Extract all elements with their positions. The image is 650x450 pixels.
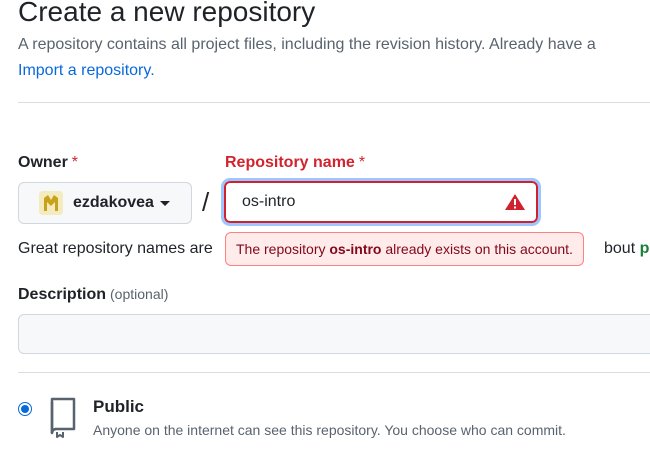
owner-avatar-icon [39,191,63,215]
divider [18,102,650,103]
required-mark: * [358,154,366,171]
required-mark: * [71,154,79,171]
error-repository-name: os-intro [329,241,382,257]
owner-repo-separator: / [202,187,210,217]
hint-tail-text: bout [604,240,636,257]
error-suffix: already exists on this account. [385,241,573,257]
public-option-title: Public [93,397,145,416]
repository-name-hint: Great repository names are [18,240,213,257]
avatar [39,191,63,215]
description-label: Description (optional) [18,283,168,306]
repository-name-label: Repository name * [225,152,365,174]
optional-tag: (optional) [110,286,169,302]
owner-label-text: Owner [18,154,68,171]
owner-name: ezdakovea [73,194,154,211]
page-intro: A repository contains all project files,… [18,36,596,53]
page-title: Create a new repository [18,0,316,27]
public-radio[interactable] [18,402,32,416]
chevron-down-icon [159,200,170,206]
alert-triangle-icon [505,194,525,210]
repository-name-label-text: Repository name [225,154,355,171]
hint-suggestion[interactable]: ps [640,240,650,257]
owner-label: Owner * [18,152,78,174]
repo-icon [50,397,76,438]
repository-name-input[interactable] [221,178,541,226]
divider [18,372,650,373]
radio-selected-dot [21,405,29,413]
owner-dropdown[interactable]: ezdakovea [18,182,192,224]
description-label-text: Description [18,286,107,303]
repository-name-error: The repository os-intro already exists o… [225,232,584,266]
description-input[interactable] [18,314,650,354]
repository-name-hint-tail: bout ps [604,238,650,260]
public-option-description: Anyone on the internet can see this repo… [93,422,566,438]
import-repository-link[interactable]: Import a repository. [18,60,155,82]
error-prefix: The repository [236,241,326,257]
